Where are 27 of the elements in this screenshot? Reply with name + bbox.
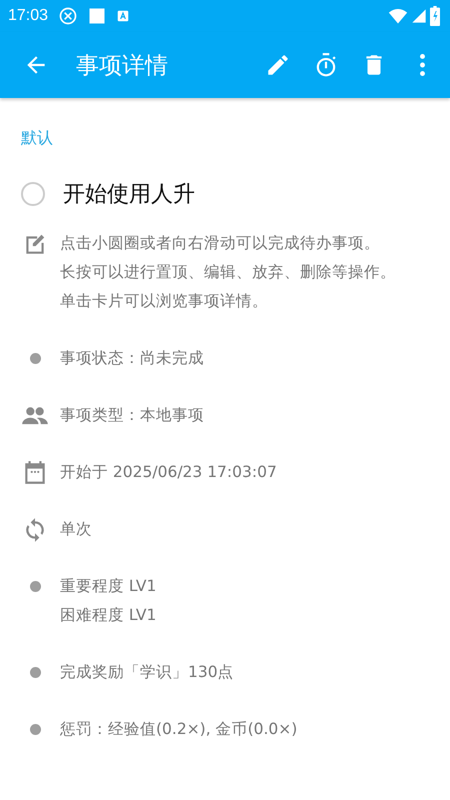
- bullet-icon: [30, 353, 40, 364]
- wifi-icon: [388, 6, 408, 26]
- signal-icon: [411, 8, 427, 24]
- detail-text: 困难程度 LV1: [60, 605, 156, 626]
- status-time: 17:03: [8, 7, 48, 25]
- bullet-icon: [30, 667, 40, 678]
- detail-text: 点击小圆圈或者向右滑动可以完成待办事项。: [60, 233, 381, 254]
- more-icon: [420, 54, 424, 76]
- detail-text: 惩罚：经验值(0.2×), 金币(0.0×): [60, 719, 298, 740]
- battery-icon: [430, 6, 440, 26]
- detail-text: 重要程度 LV1: [60, 576, 156, 597]
- complete-checkbox[interactable]: [21, 182, 45, 206]
- detail-text: 事项类型：本地事项: [60, 405, 204, 426]
- square-icon: [88, 7, 106, 25]
- detail-text: 开始于 2025/06/23 17:03:07: [60, 462, 277, 483]
- detail-text: 长按可以进行置顶、编辑、放弃、删除等操作。: [60, 262, 396, 283]
- bullet-icon: [30, 724, 40, 735]
- category-label: 默认: [21, 128, 53, 149]
- detail-text: 单击卡片可以浏览事项详情。: [60, 291, 269, 312]
- app-icon: [116, 9, 130, 23]
- circle-x-icon: [58, 6, 78, 26]
- detail-text: 完成奖励「学识」130点: [60, 662, 234, 683]
- bullet-icon: [30, 581, 40, 592]
- detail-text: 单次: [60, 519, 92, 540]
- detail-text: 事项状态：尚未完成: [60, 348, 204, 369]
- toolbar-title: 事项详情: [76, 52, 169, 80]
- task-title: 开始使用人升: [63, 181, 195, 209]
